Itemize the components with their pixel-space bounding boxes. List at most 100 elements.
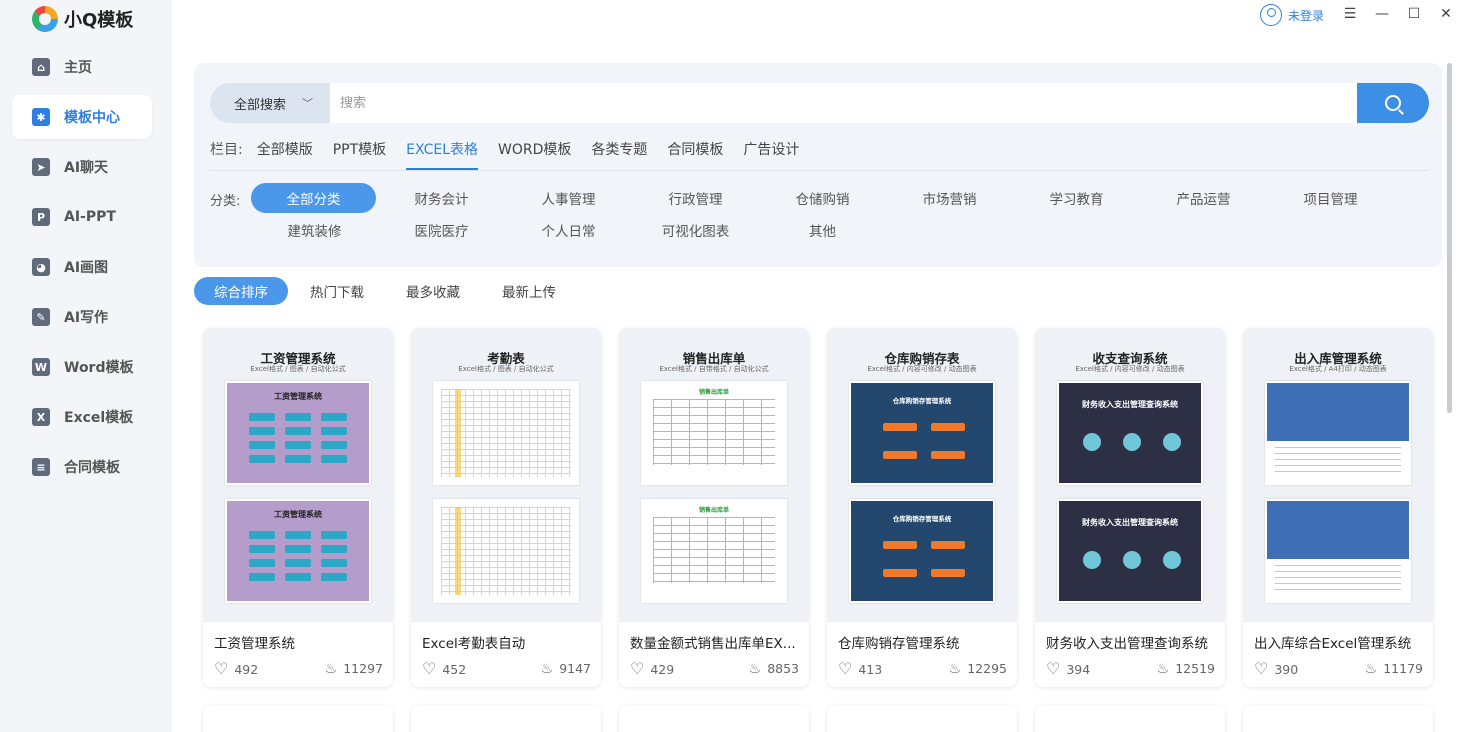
template-name: 仓库购销存管理系统: [838, 636, 960, 652]
maximize-icon[interactable]: ☐: [1406, 6, 1422, 22]
preview-grid: [653, 399, 775, 465]
category-chip[interactable]: 财务会计: [378, 183, 505, 213]
search-button[interactable]: [1357, 83, 1429, 123]
sidebar-item-label: Word模板: [64, 360, 134, 376]
template-card[interactable]: [411, 705, 601, 732]
category-chip[interactable]: 仓储购销: [759, 183, 886, 213]
category-chip[interactable]: 学习教育: [1013, 183, 1140, 213]
template-thumbnail[interactable]: 出入库管理系统 Excel格式 / A4打印 / 动态图表: [1243, 328, 1433, 622]
template-card[interactable]: 收支查询系统 Excel格式 / 内容可修改 / 动态图表 财务收入支出管理查询系统…: [1035, 328, 1225, 687]
template-card[interactable]: [1035, 705, 1225, 732]
contract-icon: ≡: [32, 458, 50, 476]
category-chip[interactable]: 人事管理: [505, 183, 632, 213]
like-count[interactable]: ♡ 413: [838, 661, 882, 677]
sidebar-item-5[interactable]: ✎ AI写作: [12, 295, 152, 339]
sidebar-item-1[interactable]: ✱ 模板中心: [12, 95, 152, 139]
sort-tab[interactable]: 最新上传: [482, 277, 576, 305]
thumbnail-subtitle: Excel格式 / 内容可修改 / 动态图表: [867, 365, 977, 373]
column-tab[interactable]: PPT模板: [333, 139, 386, 168]
category-chip[interactable]: 行政管理: [632, 183, 759, 213]
preview-lines: [1275, 565, 1401, 595]
heart-icon: ♡: [422, 659, 437, 678]
category-chip[interactable]: 全部分类: [251, 183, 376, 213]
heart-icon: ♡: [1254, 659, 1269, 678]
template-card[interactable]: [203, 705, 393, 732]
column-tab[interactable]: 各类专题: [591, 139, 647, 168]
template-card[interactable]: [827, 705, 1017, 732]
preview-icon: [1123, 433, 1141, 451]
template-card[interactable]: [619, 705, 809, 732]
template-card[interactable]: 考勤表 Excel格式 / 图表 / 自动化公式 Excel考勤表自动 ♡ 452 ♨ 91…: [411, 328, 601, 687]
category-label: 分类:: [210, 194, 241, 209]
template-thumbnail[interactable]: 工资管理系统 Excel格式 / 图表 / 自动化公式 工资管理系统 工资管理系统: [203, 328, 393, 622]
column-tab[interactable]: EXCEL表格: [406, 139, 478, 170]
category-chip[interactable]: 医院医疗: [378, 215, 505, 245]
preview-icon: [1123, 551, 1141, 569]
sort-tab[interactable]: 综合排序: [194, 277, 288, 305]
write-icon: ✎: [32, 308, 50, 326]
preview-button: [883, 423, 917, 431]
thumbnail-subtitle: Excel格式 / 内容可修改 / 动态图表: [1075, 365, 1185, 373]
template-thumbnail[interactable]: 销售出库单 Excel格式 / 自带格式 / 自动化公式 销售出库单 销售出库单: [619, 328, 809, 622]
word-icon: W: [32, 358, 50, 376]
sidebar-item-8[interactable]: ≡ 合同模板: [12, 445, 152, 489]
column-tab[interactable]: 全部模版: [257, 139, 313, 168]
palette-icon: ◕: [32, 258, 50, 276]
thumbnail-subtitle: Excel格式 / 自带格式 / 自动化公式: [659, 365, 769, 373]
template-card[interactable]: 销售出库单 Excel格式 / 自带格式 / 自动化公式 销售出库单 销售出库单 数量金…: [619, 328, 809, 687]
search-icon: [1385, 95, 1401, 111]
sidebar-item-4[interactable]: ◕ AI画图: [12, 245, 152, 289]
sidebar-item-3[interactable]: P AI-PPT: [12, 195, 152, 239]
sidebar: 小Q模板 ⌂ 主页 ✱ 模板中心 ➤ AI聊天 P AI-PPT ◕ AI画图 ✎ AI写作 W Word…: [0, 0, 172, 732]
template-card[interactable]: 出入库管理系统 Excel格式 / A4打印 / 动态图表 出入库综合Excel管理…: [1243, 328, 1433, 687]
like-count[interactable]: ♡ 452: [422, 661, 466, 677]
preview-title: 销售出库单: [698, 507, 729, 514]
sidebar-item-6[interactable]: W Word模板: [12, 345, 152, 389]
template-card[interactable]: [1243, 705, 1433, 732]
menu-icon[interactable]: ☰: [1342, 6, 1358, 22]
sort-tab[interactable]: 热门下载: [290, 277, 384, 305]
preview-button: [931, 569, 965, 577]
category-chip[interactable]: 可视化图表: [632, 215, 759, 245]
close-icon[interactable]: ✕: [1438, 6, 1454, 22]
category-chip[interactable]: 建筑装修: [251, 215, 378, 245]
template-card[interactable]: 仓库购销存表 Excel格式 / 内容可修改 / 动态图表 仓库购销存管理系统 仓库购…: [827, 328, 1017, 687]
sidebar-item-2[interactable]: ➤ AI聊天: [12, 145, 152, 189]
category-chip[interactable]: 市场营销: [886, 183, 1013, 213]
template-card[interactable]: 工资管理系统 Excel格式 / 图表 / 自动化公式 工资管理系统 工资管理系统 工资…: [203, 328, 393, 687]
template-thumbnail[interactable]: 考勤表 Excel格式 / 图表 / 自动化公式: [411, 328, 601, 622]
login-link[interactable]: 未登录: [1259, 4, 1324, 26]
column-tab[interactable]: WORD模板: [498, 139, 571, 168]
fire-icon: ♨: [748, 660, 762, 677]
like-count[interactable]: ♡ 390: [1254, 661, 1298, 677]
fire-icon: ♨: [1364, 660, 1378, 677]
puzzle-icon: ✱: [32, 108, 50, 126]
like-count[interactable]: ♡ 429: [630, 661, 674, 677]
category-chip[interactable]: 个人日常: [505, 215, 632, 245]
search-scope-select[interactable]: 全部搜索 ﹀: [210, 83, 330, 123]
sidebar-item-label: 模板中心: [64, 110, 120, 126]
template-preview-image: [433, 499, 579, 603]
minimize-icon[interactable]: —: [1374, 6, 1390, 22]
sidebar-item-label: AI画图: [64, 260, 109, 276]
search-input[interactable]: [330, 83, 1357, 123]
fire-icon: ♨: [948, 660, 962, 677]
preview-header: [1267, 501, 1409, 559]
column-tab[interactable]: 合同模板: [667, 139, 723, 168]
sidebar-item-7[interactable]: X Excel模板: [12, 395, 152, 439]
template-thumbnail[interactable]: 仓库购销存表 Excel格式 / 内容可修改 / 动态图表 仓库购销存管理系统 仓库购…: [827, 328, 1017, 622]
download-value: 11297: [343, 661, 383, 676]
sidebar-item-0[interactable]: ⌂ 主页: [12, 45, 152, 89]
scrollbar[interactable]: [1447, 63, 1452, 413]
column-tabs: 栏目: 全部模版 PPT模板 EXCEL表格 WORD模板 各类专题 合同模板 广告设计: [210, 139, 1429, 171]
preview-grid: [653, 517, 775, 583]
category-chip[interactable]: 项目管理: [1267, 183, 1394, 213]
column-tab[interactable]: 广告设计: [743, 139, 799, 168]
like-count[interactable]: ♡ 492: [214, 661, 258, 677]
category-chip[interactable]: 其他: [759, 215, 886, 245]
sort-tab[interactable]: 最多收藏: [386, 277, 480, 305]
category-chip[interactable]: 产品运营: [1140, 183, 1267, 213]
template-thumbnail[interactable]: 收支查询系统 Excel格式 / 内容可修改 / 动态图表 财务收入支出管理查询系统…: [1035, 328, 1225, 622]
like-count[interactable]: ♡ 394: [1046, 661, 1090, 677]
preview-buttons: [249, 531, 347, 581]
